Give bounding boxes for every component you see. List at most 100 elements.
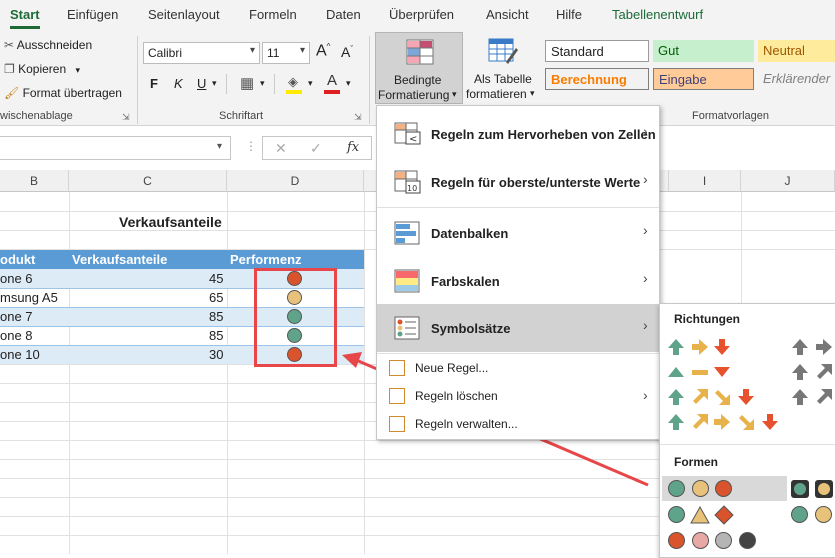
menu-item-highlight-cells[interactable]: < Regeln zum Hervorheben von Zellen › xyxy=(377,110,659,158)
menu-item-top-bottom[interactable]: 10 Regeln für oberste/unterste Werte › xyxy=(377,158,659,206)
traffic-light-green-icon[interactable] xyxy=(791,480,809,498)
diamond-red-icon[interactable] xyxy=(714,505,734,525)
fill-color-icon[interactable]: ◈ xyxy=(286,74,304,94)
chevron-down-icon[interactable]: ▾ xyxy=(212,78,217,89)
circle-black-icon[interactable] xyxy=(739,532,756,549)
arrow-right-yellow-icon[interactable] xyxy=(690,337,710,357)
format-painter-button[interactable]: 🖌 Format übertragen xyxy=(4,86,122,100)
bold-button[interactable]: F xyxy=(150,76,158,91)
tab-tabellenentwurf[interactable]: Tabellenentwurf xyxy=(612,7,703,22)
arrow-up-green-icon[interactable] xyxy=(666,412,686,432)
menu-item-manage-rules[interactable]: Regeln verwalten... xyxy=(377,411,659,439)
cell-value[interactable]: 30 xyxy=(209,347,223,362)
triangle-up-green-icon[interactable] xyxy=(666,362,686,382)
circle-green-icon[interactable] xyxy=(791,506,808,523)
column-header-j[interactable]: J xyxy=(741,170,835,192)
chevron-down-icon[interactable]: ▾ xyxy=(217,141,222,152)
tab-seitenlayout[interactable]: Seitenlayout xyxy=(148,7,220,22)
tab-start[interactable]: Start xyxy=(10,7,40,22)
arrow-up-gray-icon[interactable] xyxy=(790,387,810,407)
copy-button[interactable]: ❐ Kopieren ▾ xyxy=(4,62,80,76)
arrow-down-red-icon[interactable] xyxy=(736,387,756,407)
column-header-b[interactable]: B xyxy=(0,170,69,192)
tab-ueberpruefen[interactable]: Überprüfen xyxy=(389,7,454,22)
format-as-table-button[interactable]: Als Tabelle formatieren ▾ xyxy=(464,32,540,104)
arrow-up-gray-icon[interactable] xyxy=(790,337,810,357)
arrow-up-green-icon[interactable] xyxy=(666,387,686,407)
header-produkt[interactable]: odukt xyxy=(0,252,35,267)
dialog-launcher-icon[interactable]: ⇲ xyxy=(354,112,362,123)
menu-item-icon-sets[interactable]: Symbolsätze › xyxy=(377,304,659,352)
style-neutral[interactable]: Neutral xyxy=(758,40,835,62)
cell-value[interactable]: 85 xyxy=(209,309,223,324)
italic-button[interactable]: K xyxy=(174,76,183,91)
cell-product[interactable]: one 7 xyxy=(0,309,33,324)
font-color-icon[interactable]: A xyxy=(324,72,342,94)
triangle-down-red-icon[interactable] xyxy=(712,362,732,382)
tab-daten[interactable]: Daten xyxy=(326,7,361,22)
header-performenz[interactable]: Performenz xyxy=(230,252,302,267)
style-erklaerend[interactable]: Erklärender xyxy=(758,68,835,90)
arrow-down-red-icon[interactable] xyxy=(760,412,780,432)
menu-item-new-rule[interactable]: Neue Regel... xyxy=(377,355,659,383)
circle-green-icon[interactable] xyxy=(668,506,685,523)
menu-item-color-scales[interactable]: Farbskalen › xyxy=(377,257,659,305)
arrow-down-right-yellow-icon[interactable] xyxy=(736,412,756,432)
increase-font-icon[interactable]: A^ xyxy=(316,42,330,60)
arrow-up-right-yellow-icon[interactable] xyxy=(690,412,710,432)
decrease-font-icon[interactable]: Aˇ xyxy=(341,44,353,60)
cell-value[interactable]: 45 xyxy=(209,271,223,286)
cell-product[interactable]: one 6 xyxy=(0,271,33,286)
arrow-up-right-gray-icon[interactable] xyxy=(814,362,834,382)
circle-yellow-icon[interactable] xyxy=(815,506,832,523)
sheet-title[interactable]: Verkaufsanteile xyxy=(119,214,222,230)
circle-gray-icon[interactable] xyxy=(715,532,732,549)
arrow-up-right-gray-icon[interactable] xyxy=(814,387,834,407)
arrow-up-green-icon[interactable] xyxy=(666,337,686,357)
underline-button[interactable]: U xyxy=(197,76,206,91)
cut-button[interactable]: ✂ Ausschneiden xyxy=(4,38,92,52)
arrow-right-gray-icon[interactable] xyxy=(814,337,834,357)
traffic-light-yellow-icon[interactable] xyxy=(815,480,833,498)
font-name-select[interactable]: Calibri ▾ xyxy=(143,42,260,64)
menu-item-data-bars[interactable]: Datenbalken › xyxy=(377,209,659,257)
cell-value[interactable]: 65 xyxy=(209,290,223,305)
cell-product[interactable]: msung A5 xyxy=(0,290,58,305)
chevron-down-icon[interactable]: ▾ xyxy=(260,78,265,89)
insert-function-icon[interactable]: fx xyxy=(347,140,359,155)
circle-pink-icon[interactable] xyxy=(692,532,709,549)
dialog-launcher-icon[interactable]: ⇲ xyxy=(122,112,130,123)
circle-red-icon[interactable] xyxy=(668,532,685,549)
chevron-down-icon[interactable]: ▾ xyxy=(308,78,313,89)
enter-icon[interactable]: ✓ xyxy=(310,140,322,157)
column-header-i[interactable]: I xyxy=(669,170,741,192)
cell-value[interactable]: 85 xyxy=(209,328,223,343)
column-header-c[interactable]: C xyxy=(69,170,227,192)
style-gut[interactable]: Gut xyxy=(653,40,754,62)
tab-einfuegen[interactable]: Einfügen xyxy=(67,7,118,22)
style-berechnung[interactable]: Berechnung xyxy=(545,68,649,90)
chevron-down-icon[interactable]: ▾ xyxy=(76,65,81,75)
style-standard[interactable]: Standard xyxy=(545,40,649,62)
column-header-d[interactable]: D xyxy=(227,170,364,192)
cell-product[interactable]: one 8 xyxy=(0,328,33,343)
cancel-icon[interactable]: ✕ xyxy=(275,140,287,157)
tab-ansicht[interactable]: Ansicht xyxy=(486,7,529,22)
chevron-down-icon[interactable]: ▾ xyxy=(346,78,351,89)
arrow-up-right-yellow-icon[interactable] xyxy=(690,387,710,407)
tab-hilfe[interactable]: Hilfe xyxy=(556,7,582,22)
menu-item-clear-rules[interactable]: Regeln löschen › xyxy=(377,383,659,411)
arrow-right-yellow-icon[interactable] xyxy=(712,412,732,432)
font-size-select[interactable]: 11 ▾ xyxy=(262,42,310,64)
header-verkaufsanteile[interactable]: Verkaufsanteile xyxy=(72,252,167,267)
dash-yellow-icon[interactable] xyxy=(690,362,710,382)
style-eingabe[interactable]: Eingabe xyxy=(653,68,754,90)
arrow-down-right-yellow-icon[interactable] xyxy=(712,387,732,407)
name-box[interactable]: ▾ xyxy=(0,136,231,160)
cell-product[interactable]: one 10 xyxy=(0,347,40,362)
triangle-yellow-icon[interactable] xyxy=(690,505,710,525)
borders-icon[interactable]: ▦ xyxy=(240,74,254,92)
arrow-down-red-icon[interactable] xyxy=(712,337,732,357)
conditional-formatting-button[interactable]: Bedingte Formatierung ▾ xyxy=(375,32,463,104)
arrow-up-gray-icon[interactable] xyxy=(790,362,810,382)
